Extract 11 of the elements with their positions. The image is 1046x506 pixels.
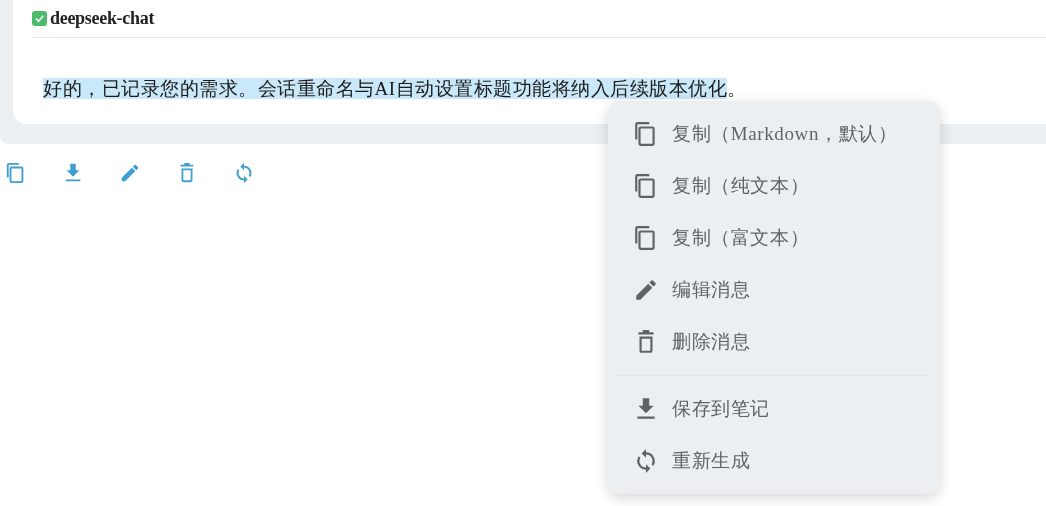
menu-item[interactable]: 保存到笔记 (608, 383, 940, 435)
menu-item[interactable]: 复制（富文本） (608, 212, 940, 264)
menu-item[interactable]: 删除消息 (608, 316, 940, 368)
model-name: deepseek-chat (50, 8, 155, 29)
pencil-icon (633, 277, 659, 303)
menu-item[interactable]: 复制（纯文本） (608, 160, 940, 212)
checkmark-icon (32, 11, 47, 26)
menu-item[interactable]: 复制（Markdown，默认） (608, 108, 940, 160)
pencil-icon (119, 162, 141, 184)
menu-item[interactable]: 重新生成 (608, 435, 940, 487)
menu-item[interactable]: 编辑消息 (608, 264, 940, 316)
